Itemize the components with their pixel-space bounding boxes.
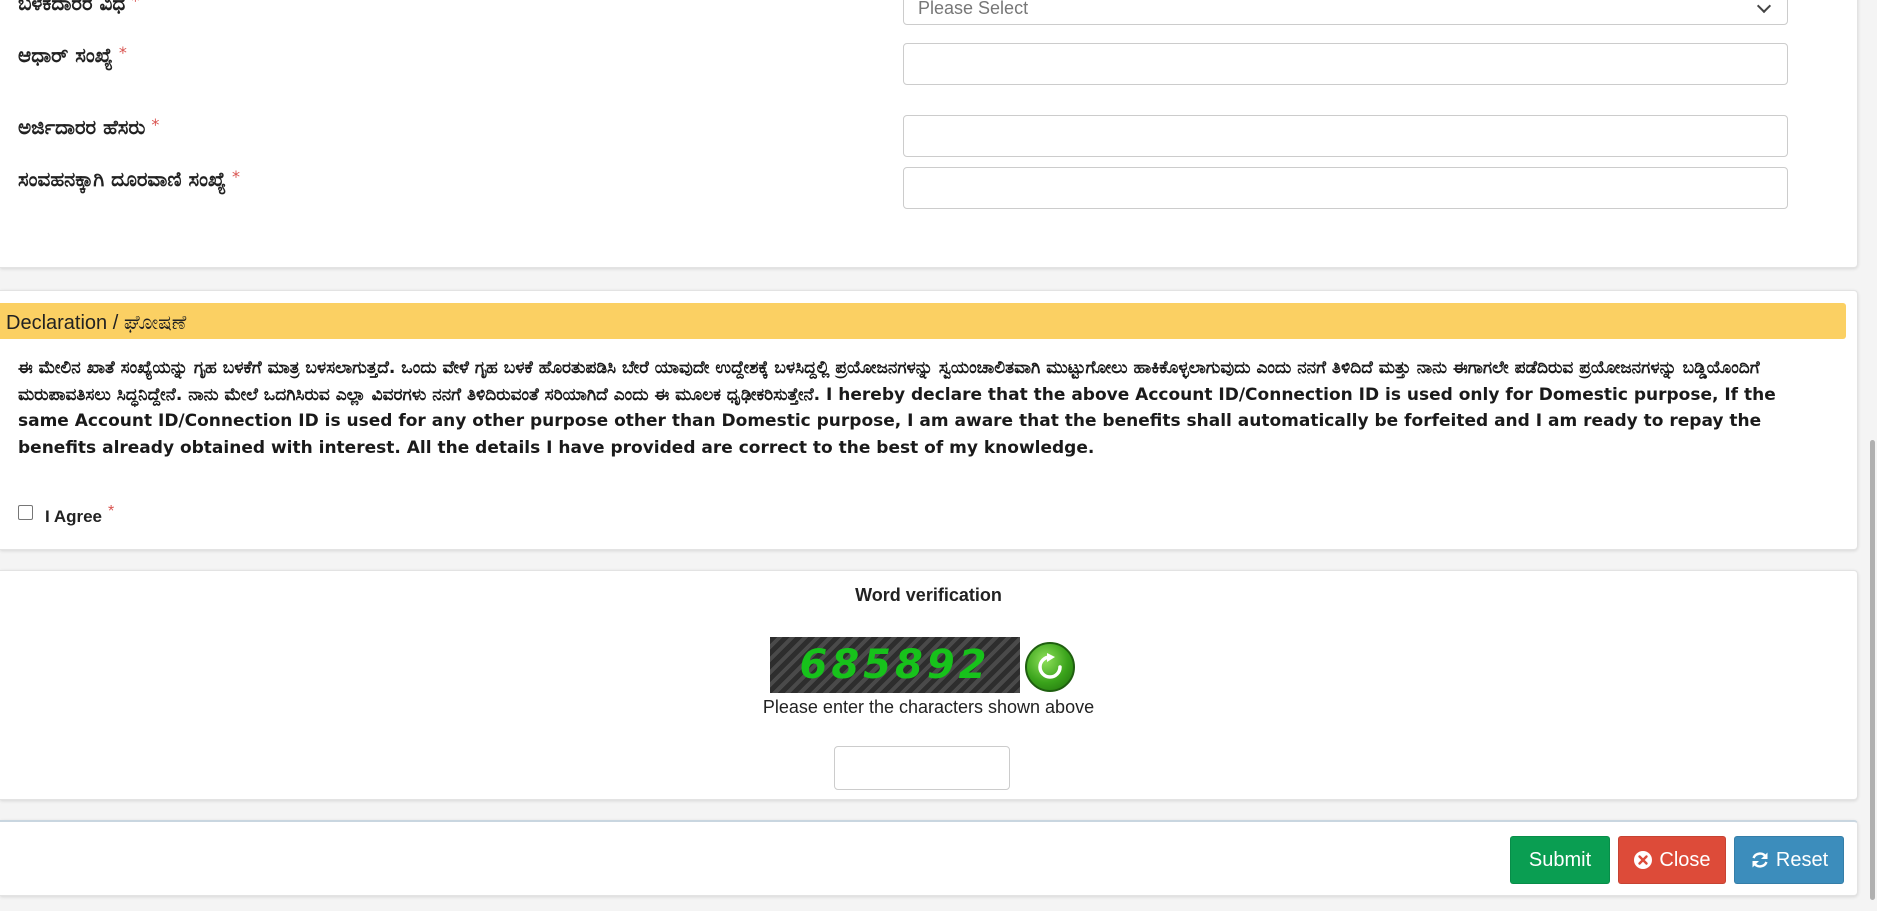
- agree-row: I Agree *: [18, 503, 114, 527]
- applicant-name-input[interactable]: [903, 115, 1788, 157]
- form-actions-panel: Submit Close Reset: [0, 820, 1858, 896]
- agree-checkbox[interactable]: [18, 505, 33, 520]
- captcha-title: Word verification: [855, 585, 1002, 605]
- captcha-image: 685892: [770, 637, 1020, 693]
- applicant-form-panel: ಬಳಕದಾರರ ವಿಧ * Please Select ಆಧಾರ್ ಸಂಖ್ಯೆ *…: [0, 0, 1858, 268]
- declaration-header-en: Declaration /: [6, 312, 124, 334]
- reset-button[interactable]: Reset: [1734, 836, 1844, 884]
- close-button-label: Close: [1659, 848, 1711, 871]
- contact-phone-label-text: ಸಂವಹನಕ್ಕಾಗಿ ದೂರವಾಣಿ ಸಂಖ್ಯೆ: [18, 167, 227, 191]
- consumer-type-select[interactable]: Please Select: [903, 0, 1788, 25]
- aadhaar-number-label-text: ಆಧಾರ್ ಸಂಖ್ಯೆ: [18, 43, 113, 67]
- contact-phone-label: ಸಂವಹನಕ್ಕಾಗಿ ದೂರವಾಣಿ ಸಂಖ್ಯೆ *: [18, 167, 240, 191]
- consumer-type-label-text: ಬಳಕದಾರರ ವಿಧ: [18, 0, 126, 15]
- consumer-type-label: ಬಳಕದಾರರ ವಿಧ *: [18, 0, 139, 15]
- required-marker: *: [108, 503, 115, 520]
- contact-phone-input[interactable]: [903, 167, 1788, 209]
- submit-button-label: Submit: [1528, 848, 1592, 871]
- circle-x-icon: [1633, 850, 1653, 870]
- reset-button-label: Reset: [1775, 848, 1829, 871]
- close-button[interactable]: Close: [1618, 836, 1726, 884]
- declaration-header: Declaration / ಘೋಷಣೆ: [0, 303, 1846, 339]
- agree-label[interactable]: I Agree: [45, 507, 102, 527]
- captcha-refresh-button[interactable]: [1025, 642, 1075, 692]
- aadhaar-number-label: ಆಧಾರ್ ಸಂಖ್ಯೆ *: [18, 43, 127, 67]
- aadhaar-number-input[interactable]: [903, 43, 1788, 85]
- declaration-panel: Declaration / ಘೋಷಣೆ ಈ ಮೇಲಿನ ಖಾತೆ ಸಂಖ್ಯೆಯ…: [0, 290, 1858, 550]
- refresh-icon: [1750, 850, 1770, 870]
- chevron-down-icon: [1756, 0, 1772, 13]
- applicant-name-label: ಅರ್ಜಿದಾರರ ಹೆಸರು *: [18, 115, 159, 139]
- required-marker: *: [118, 43, 127, 62]
- submit-button[interactable]: Submit: [1510, 836, 1610, 884]
- applicant-name-label-text: ಅರ್ಜಿದಾರರ ಹೆಸರು: [18, 115, 146, 139]
- captcha-input[interactable]: [834, 746, 1010, 790]
- consumer-type-selected-value: Please Select: [918, 0, 1029, 18]
- declaration-header-kn: ಘೋಷಣೆ: [123, 310, 187, 334]
- required-marker: *: [151, 115, 160, 134]
- required-marker: *: [232, 167, 241, 186]
- refresh-arrow-icon: [1038, 653, 1062, 679]
- captcha-hint: Please enter the characters shown above: [762, 697, 1095, 717]
- word-verification-panel: Word verification 685892 Please enter th…: [0, 570, 1858, 800]
- page-scrollbar-thumb[interactable]: [1870, 440, 1875, 900]
- declaration-text: ಈ ಮೇಲಿನ ಖಾತೆ ಸಂಖ್ಯೆಯನ್ನು ಗೃಹ ಬಳಕೆಗೆ ಮಾತ್…: [18, 358, 1776, 458]
- required-marker: *: [131, 0, 140, 10]
